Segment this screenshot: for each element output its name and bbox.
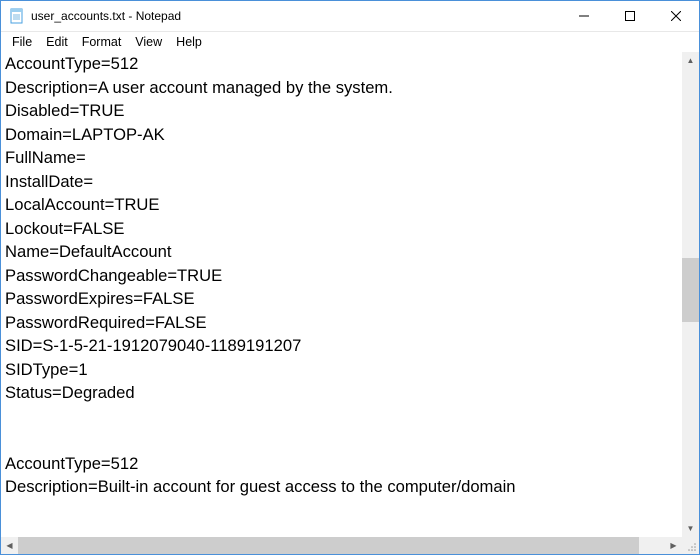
resize-grip[interactable] [682,537,699,554]
vertical-scroll-thumb[interactable] [682,258,699,321]
window-title: user_accounts.txt - Notepad [31,9,561,23]
scroll-up-button[interactable]: ▲ [682,52,699,69]
vertical-scrollbar[interactable]: ▲ ▼ [682,52,699,537]
minimize-button[interactable] [561,1,607,31]
scroll-right-button[interactable]: ▶ [665,537,682,554]
close-button[interactable] [653,1,699,31]
window-controls [561,1,699,31]
menu-format[interactable]: Format [75,34,129,50]
horizontal-scroll-track[interactable] [18,537,665,554]
menu-file[interactable]: File [5,34,39,50]
maximize-button[interactable] [607,1,653,31]
notepad-icon [9,8,25,24]
menu-view[interactable]: View [128,34,169,50]
titlebar[interactable]: user_accounts.txt - Notepad [1,1,699,32]
menu-edit[interactable]: Edit [39,34,75,50]
editor-area: AccountType=512 Description=A user accou… [1,52,699,537]
vertical-scroll-track[interactable] [682,69,699,520]
menu-help[interactable]: Help [169,34,209,50]
text-editor[interactable]: AccountType=512 Description=A user accou… [1,52,682,537]
chevron-down-icon: ▼ [687,525,695,533]
chevron-right-icon: ▶ [670,542,676,550]
chevron-left-icon: ◀ [6,542,12,550]
horizontal-scroll-thumb[interactable] [18,537,639,554]
scroll-down-button[interactable]: ▼ [682,520,699,537]
scroll-left-button[interactable]: ◀ [1,537,18,554]
menubar: File Edit Format View Help [1,32,699,52]
horizontal-scrollbar[interactable]: ◀ ▶ [1,537,699,554]
chevron-up-icon: ▲ [687,57,695,65]
